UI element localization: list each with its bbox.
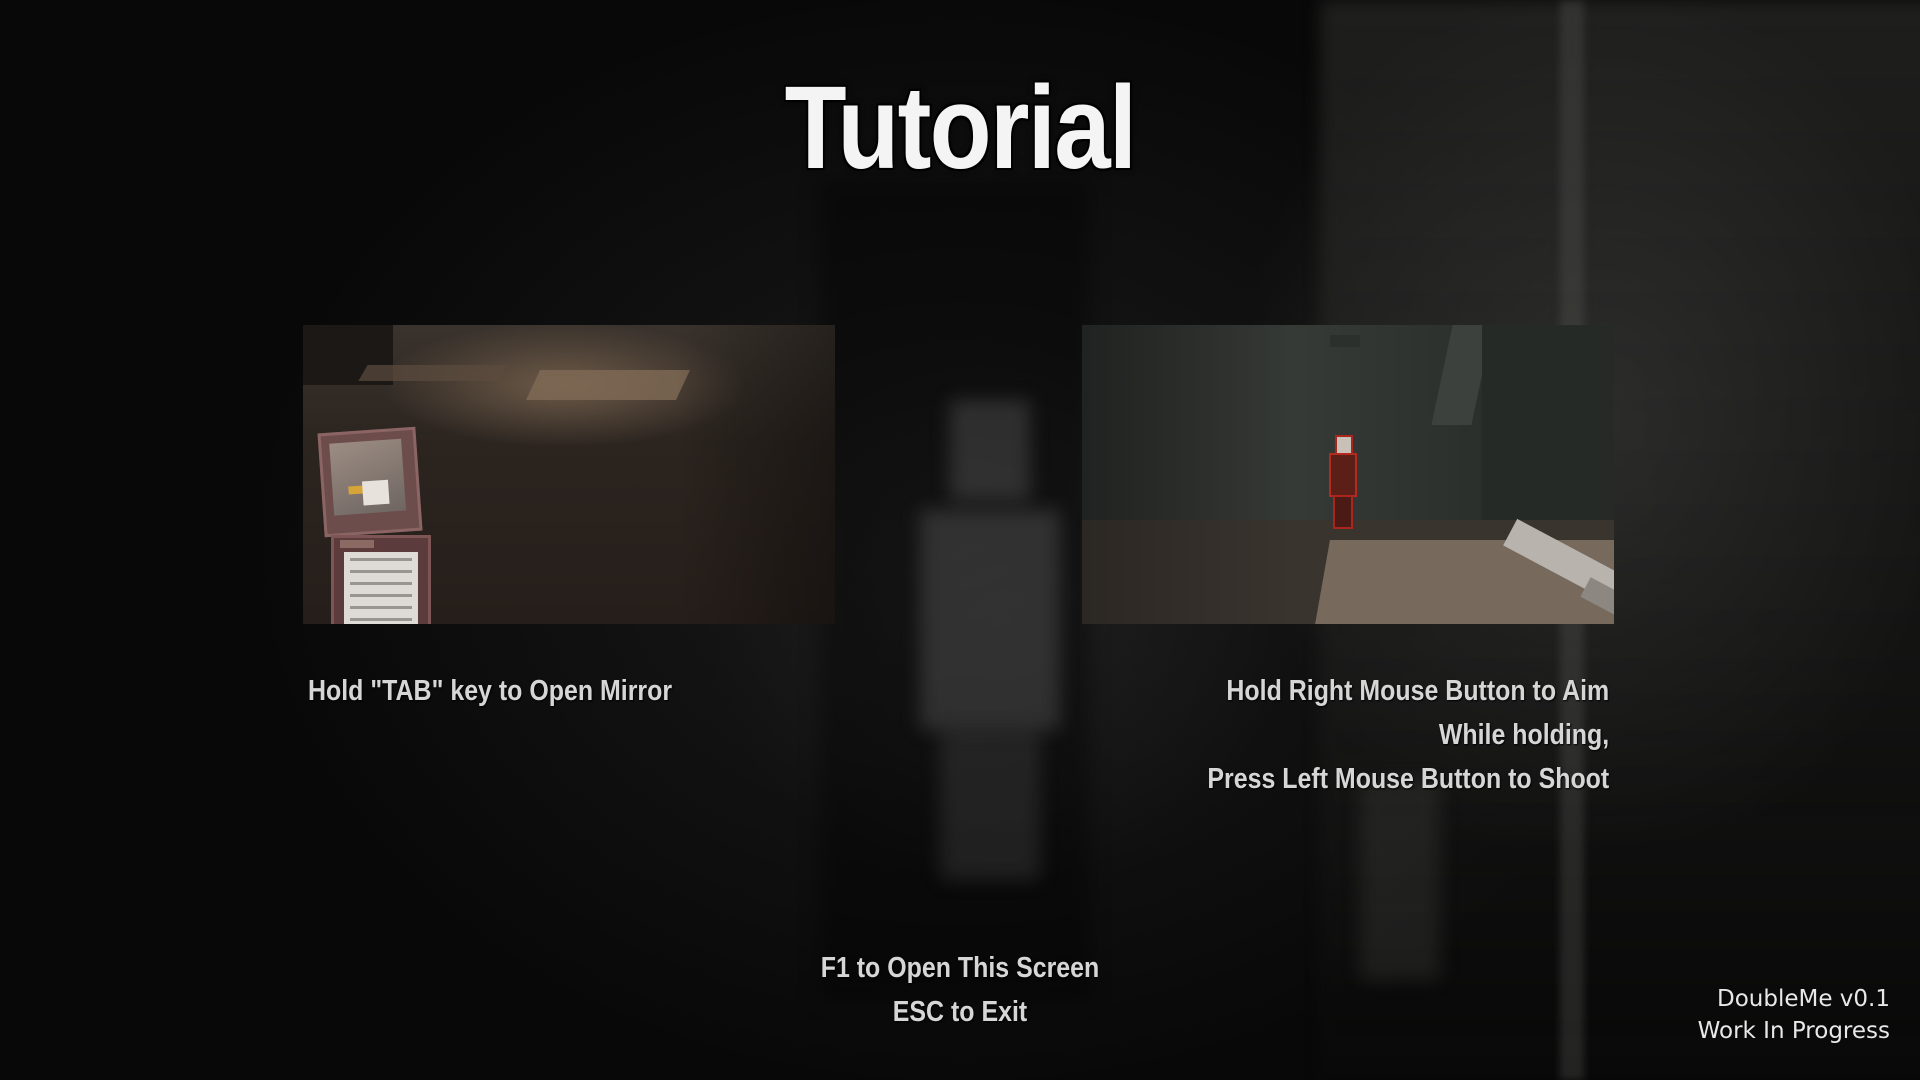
aim-instruction-line: While holding, [1438,719,1609,751]
background-figure-head [950,400,1030,500]
key-hints: F1 to Open This Screen ESC to Exit [134,946,1785,1034]
background-figure-body [920,510,1060,730]
tutorial-screen: Tutorial Hold "TAB" key to Open Mirror H… [0,0,1920,1080]
aim-instruction-line: Hold Right Mouse Button to Aim [1226,675,1609,707]
version-name: DoubleMe v0.1 [1717,986,1890,1012]
open-screen-hint: F1 to Open This Screen [820,952,1100,984]
version-label: DoubleMe v0.1 Work In Progress [1698,983,1890,1047]
mirror-instruction: Hold "TAB" key to Open Mirror [308,669,672,713]
scene-shade [303,325,835,624]
scene-shade [1082,325,1614,624]
version-status: Work In Progress [1697,1018,1890,1044]
aim-instruction: Hold Right Mouse Button to Aim While hol… [1207,669,1609,801]
background-figure-legs [940,730,1040,880]
mirror-tutorial-image [303,325,835,624]
page-title: Tutorial [784,62,1138,194]
aim-tutorial-image [1082,325,1614,624]
mirror-instruction-text: Hold "TAB" key to Open Mirror [308,675,673,707]
exit-hint: ESC to Exit [892,996,1028,1028]
aim-instruction-line: Press Left Mouse Button to Shoot [1207,763,1609,795]
